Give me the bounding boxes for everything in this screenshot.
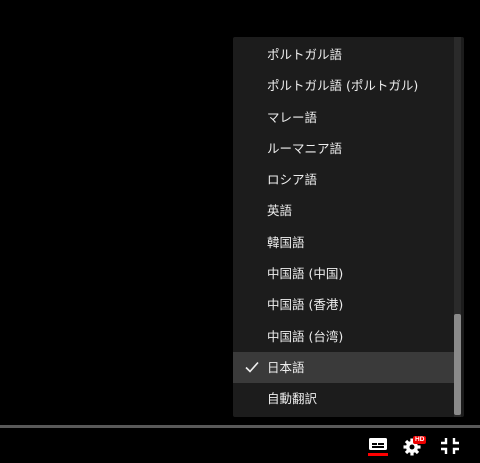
menu-item-label: 中国語 (中国) [267,266,344,282]
menu-item-label: ルーマニア語 [267,140,343,156]
menu-item-label: ポルトガル語 [267,47,343,62]
check-icon [245,352,261,383]
menu-item-japanese[interactable]: 日本語 [233,351,455,384]
menu-item-label: 日本語 [267,359,305,375]
menu-item-auto-translate[interactable]: 自動翻訳 [233,383,455,414]
menu-item-russian[interactable]: ロシア語 [233,164,455,195]
hd-badge: HD [413,436,427,444]
menu-item-portuguese-portugal[interactable]: ポルトガル語 (ポルトガル) [233,70,455,101]
menu-item-label: ロシア語 [267,172,318,188]
menu-item-korean[interactable]: 韓国語 [233,227,455,258]
menu-item-label: 英語 [267,203,293,219]
subtitles-icon [368,438,388,456]
settings-button[interactable]: HD [400,434,428,458]
menu-scrollbar-thumb[interactable] [454,314,461,415]
menu-item-portuguese[interactable]: ポルトガル語 [233,39,455,70]
menu-item-label: マレー語 [267,109,318,125]
menu-item-label: ポルトガル語 (ポルトガル) [267,78,419,94]
menu-item-romanian[interactable]: ルーマニア語 [233,133,455,164]
menu-item-label: 中国語 (台湾) [267,328,344,344]
menu-item-chinese-china[interactable]: 中国語 (中国) [233,258,455,289]
menu-item-chinese-hongkong[interactable]: 中国語 (香港) [233,289,455,320]
menu-item-chinese-taiwan[interactable]: 中国語 (台湾) [233,321,455,352]
subtitle-language-menu: ポルトガル語 ポルトガル語 (ポルトガル) マレー語 ルーマニア語 ロシア語 英… [233,37,464,417]
player-controls: HD [0,428,480,463]
subtitles-button[interactable] [364,434,392,458]
menu-item-malay[interactable]: マレー語 [233,102,455,133]
menu-item-label: 中国語 (香港) [267,297,344,313]
exit-fullscreen-button[interactable] [436,434,464,458]
menu-item-label: 韓国語 [267,234,305,250]
menu-item-label: 自動翻訳 [267,391,318,407]
exit-fullscreen-icon [441,438,459,454]
menu-item-english[interactable]: 英語 [233,195,455,226]
video-player[interactable]: ポルトガル語 ポルトガル語 (ポルトガル) マレー語 ルーマニア語 ロシア語 英… [0,0,480,463]
language-list: ポルトガル語 ポルトガル語 (ポルトガル) マレー語 ルーマニア語 ロシア語 英… [233,39,455,415]
